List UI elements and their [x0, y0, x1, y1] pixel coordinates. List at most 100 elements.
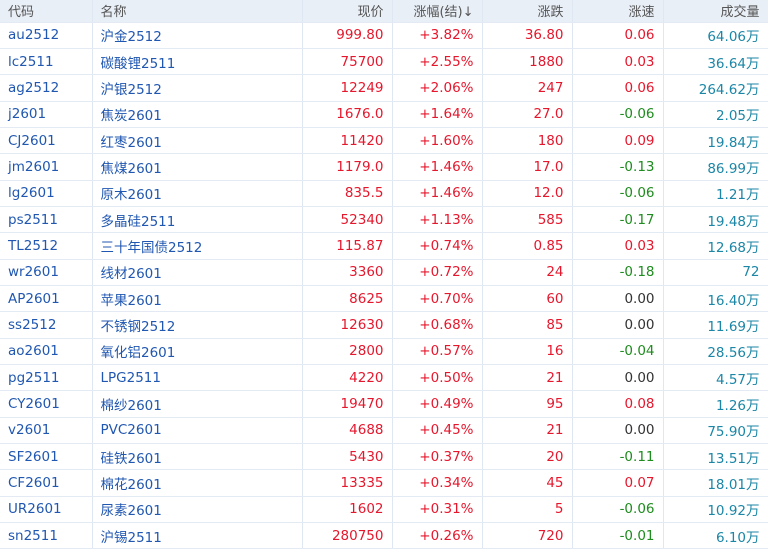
header-volume[interactable]: 成交量: [663, 0, 768, 23]
cell-name: 尿素2601: [92, 496, 303, 524]
header-change[interactable]: 涨跌: [482, 0, 573, 23]
cell-change-pct: +0.74%: [392, 232, 483, 260]
cell-change: 1880: [482, 48, 573, 76]
cell-name: 焦煤2601: [92, 153, 303, 181]
cell-code: CY2601: [0, 390, 93, 418]
cell-code: au2512: [0, 22, 93, 49]
cell-name: 苹果2601: [92, 285, 303, 313]
table-row[interactable]: ps2511多晶硅251152340+1.13%585-0.1719.48万6.…: [0, 206, 768, 234]
cell-name: 碳酸锂2511: [92, 48, 303, 76]
header-speed[interactable]: 涨速: [572, 0, 664, 23]
cell-price: 1179.0: [302, 153, 393, 181]
cell-speed: -0.01: [572, 522, 664, 549]
cell-change: 21: [482, 364, 573, 392]
cell-name: 线材2601: [92, 259, 303, 286]
cell-price: 12630: [302, 311, 393, 339]
cell-change-pct: +0.31%: [392, 496, 483, 524]
cell-price: 12249: [302, 74, 393, 102]
table-row[interactable]: CF2601棉花260113335+0.34%450.0718.01万58.65…: [0, 469, 768, 497]
cell-speed: -0.11: [572, 443, 664, 471]
table-row[interactable]: au2512沪金2512999.80+3.82%36.800.0664.06万2…: [0, 22, 768, 49]
cell-change-pct: +2.06%: [392, 74, 483, 102]
cell-change: 27.0: [482, 101, 573, 128]
cell-change: 36.80: [482, 22, 573, 49]
header-price[interactable]: 现价: [302, 0, 393, 23]
header-code[interactable]: 代码: [0, 0, 93, 23]
cell-code: lg2601: [0, 180, 93, 207]
cell-name: 沪锡2511: [92, 522, 303, 549]
cell-code: UR2601: [0, 496, 93, 524]
cell-speed: -0.06: [572, 101, 664, 128]
cell-price: 2800: [302, 338, 393, 365]
table-row[interactable]: AP2601苹果26018625+0.70%600.0016.40万12.86万: [0, 285, 768, 313]
table-row[interactable]: ss2512不锈钢251212630+0.68%850.0011.69万19.7…: [0, 311, 768, 339]
cell-speed: -0.06: [572, 496, 664, 524]
cell-price: 115.87: [302, 232, 393, 260]
cell-change: 20: [482, 443, 573, 471]
table-row[interactable]: sn2511沪锡2511280750+0.26%720-0.016.10万2.5…: [0, 522, 768, 549]
cell-code: jm2601: [0, 153, 93, 181]
table-row[interactable]: CJ2601红枣260111420+1.60%1800.0919.84万17.2…: [0, 127, 768, 155]
cell-speed: -0.04: [572, 338, 664, 365]
header-change-pct[interactable]: 涨幅(结)↓: [392, 0, 483, 23]
cell-change: 720: [482, 522, 573, 549]
cell-name: PVC2601: [92, 417, 303, 445]
cell-change-pct: +0.68%: [392, 311, 483, 339]
cell-code: CJ2601: [0, 127, 93, 155]
cell-code: j2601: [0, 101, 93, 128]
cell-code: pg2511: [0, 364, 93, 392]
cell-change-pct: +1.46%: [392, 180, 483, 207]
cell-change-pct: +0.49%: [392, 390, 483, 418]
table-row[interactable]: TL2512 三十年国债2512 115.87 +0.74% 0.85 0.03 12.68…: [0, 232, 768, 260]
cell-change: 85: [482, 311, 573, 339]
cell-volume: 6.10万: [663, 522, 768, 549]
cell-volume: 10.92万: [663, 496, 768, 524]
table-row[interactable]: lc2511碳酸锂251175700+2.55%18800.0336.64万15…: [0, 48, 768, 76]
header-name[interactable]: 名称: [92, 0, 303, 23]
cell-change: 24: [482, 259, 573, 286]
cell-price: 3360: [302, 259, 393, 286]
cell-name: 硅铁2601: [92, 443, 303, 471]
table-row[interactable]: SF2601硅铁26015430+0.37%20-0.1113.51万20.35…: [0, 443, 768, 471]
cell-change-pct: +1.64%: [392, 101, 483, 128]
cell-code: sn2511: [0, 522, 93, 549]
cell-change: 0.85: [482, 232, 573, 260]
cell-speed: 0.03: [572, 232, 664, 260]
quote-table: 代码名称现价涨幅(结)↓涨跌涨速成交量持仓 au2512沪金2512999.80…: [0, 0, 768, 549]
cell-price: 4688: [302, 417, 393, 445]
cell-speed: -0.06: [572, 180, 664, 207]
table-row[interactable]: ao2601氧化铝26012800+0.57%16-0.0428.56万35.2…: [0, 338, 768, 365]
cell-volume: 72: [663, 259, 768, 286]
cell-code: SF2601: [0, 443, 93, 471]
table-row[interactable]: ag2512沪银251212249+2.06%2470.06264.62万47.…: [0, 74, 768, 102]
cell-price: 8625: [302, 285, 393, 313]
cell-change-pct: +0.45%: [392, 417, 483, 445]
cell-speed: 0.06: [572, 74, 664, 102]
cell-volume: 4.57万: [663, 364, 768, 392]
cell-change: 17.0: [482, 153, 573, 181]
cell-change-pct: +1.13%: [392, 206, 483, 234]
cell-code: ps2511: [0, 206, 93, 234]
cell-change: 585: [482, 206, 573, 234]
table-row[interactable]: j2601焦炭26011676.0+1.64%27.0-0.062.05万4.0…: [0, 101, 768, 128]
table-row[interactable]: wr2601线材26013360+0.72%24-0.1872108: [0, 259, 768, 286]
cell-change: 21: [482, 417, 573, 445]
cell-name: LPG2511: [92, 364, 303, 392]
cell-change: 45: [482, 469, 573, 497]
table-row[interactable]: lg2601原木2601835.5+1.46%12.0-0.061.21万1.4…: [0, 180, 768, 207]
table-row[interactable]: UR2601尿素26011602+0.31%5-0.0610.92万31.37万: [0, 496, 768, 524]
table-row[interactable]: CY2601棉纱260119470+0.49%950.081.26万2.07万: [0, 390, 768, 418]
cell-code: CF2601: [0, 469, 93, 497]
cell-volume: 1.26万: [663, 390, 768, 418]
cell-price: 1676.0: [302, 101, 393, 128]
table-row[interactable]: jm2601焦煤26011179.0+1.46%17.0-0.1386.99万6…: [0, 153, 768, 181]
cell-name: 原木2601: [92, 180, 303, 207]
cell-change: 95: [482, 390, 573, 418]
cell-name: 沪金2512: [92, 22, 303, 49]
table-row[interactable]: v2601PVC26014688+0.45%210.0075.90万121.29…: [0, 417, 768, 445]
cell-change-pct: +1.60%: [392, 127, 483, 155]
cell-price: 999.80: [302, 22, 393, 49]
cell-change: 60: [482, 285, 573, 313]
cell-change: 12.0: [482, 180, 573, 207]
table-row[interactable]: pg2511LPG25114220+0.50%210.004.57万3.59万: [0, 364, 768, 392]
